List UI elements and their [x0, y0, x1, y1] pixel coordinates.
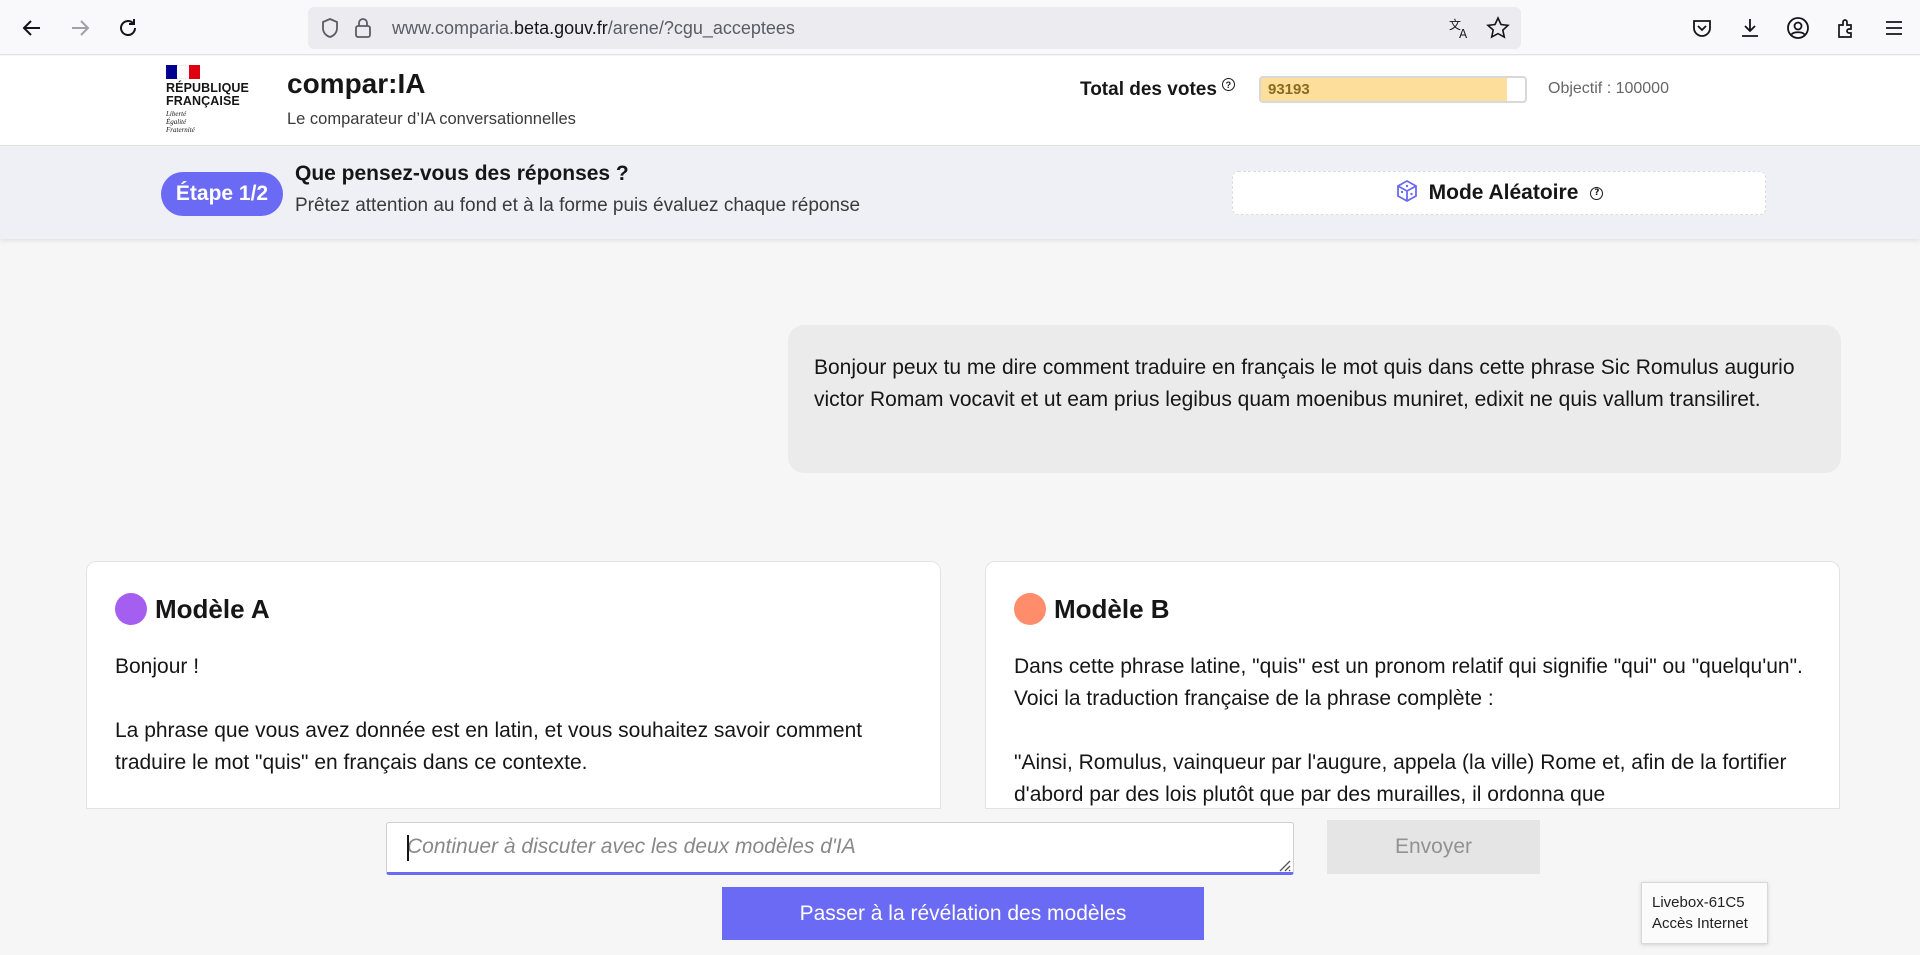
resize-grip-icon[interactable]: [1275, 854, 1291, 872]
bookmark-star-icon[interactable]: [1486, 16, 1510, 44]
step-title: Que pensez-vous des réponses ?: [295, 162, 629, 185]
extensions-icon[interactable]: [1831, 13, 1861, 43]
chat-input-placeholder: Continuer à discuter avec les deux modèl…: [407, 835, 856, 858]
rf-motto-liberte: Liberté: [166, 110, 187, 118]
model-a-dot-icon: [115, 593, 147, 625]
rf-motto-egalite: Égalité: [166, 118, 187, 126]
reveal-models-button[interactable]: Passer à la révélation des modèles: [722, 887, 1204, 940]
svg-text:A: A: [1459, 27, 1468, 40]
address-bar[interactable]: www.comparia.beta.gouv.fr/arene/?cgu_acc…: [308, 7, 1521, 49]
model-a-paragraph: Bonjour !: [115, 655, 200, 678]
text-caret: [407, 835, 409, 861]
random-mode-label: Mode Aléatoire: [1428, 181, 1579, 204]
chat-input[interactable]: Continuer à discuter avec les deux modèl…: [386, 822, 1294, 875]
pocket-icon[interactable]: [1687, 13, 1717, 43]
rf-title-line1: RÉPUBLIQUE: [166, 81, 249, 95]
model-a-paragraph: La phrase que vous avez donnée est en la…: [115, 719, 863, 774]
help-question-icon[interactable]: ?: [1590, 186, 1604, 200]
votes-count: 93193: [1268, 81, 1310, 98]
tooltip-network-name: Livebox-61C5: [1652, 894, 1745, 911]
back-arrow-icon[interactable]: [17, 13, 47, 43]
site-title[interactable]: compar:IA: [287, 68, 425, 100]
lock-icon[interactable]: [354, 17, 372, 43]
composer-bar: Continuer à discuter avec les deux modèl…: [0, 809, 1920, 955]
step-bar: Étape 1/2 Que pensez-vous des réponses ?…: [0, 147, 1920, 239]
votes-label: Total des votes?: [1080, 78, 1235, 101]
site-subtitle: Le comparateur d’IA conversationnelles: [287, 110, 576, 128]
browser-toolbar: www.comparia.beta.gouv.fr/arene/?cgu_acc…: [0, 0, 1920, 55]
model-b-dot-icon: [1014, 593, 1046, 625]
send-button[interactable]: Envoyer: [1327, 820, 1540, 874]
url-text[interactable]: www.comparia.beta.gouv.fr/arene/?cgu_acc…: [392, 18, 795, 39]
menu-hamburger-icon[interactable]: [1879, 13, 1909, 43]
dice-icon: [1395, 179, 1419, 207]
model-a-name: Modèle A: [155, 593, 270, 624]
network-tooltip: Livebox-61C5 Accès Internet: [1641, 882, 1768, 944]
help-question-icon[interactable]: ?: [1221, 78, 1235, 91]
model-b-name: Modèle B: [1054, 593, 1170, 624]
account-icon[interactable]: [1783, 13, 1813, 43]
user-message-bubble: Bonjour peux tu me dire comment traduire…: [788, 325, 1841, 473]
tracking-shield-icon[interactable]: [320, 17, 340, 43]
model-b-card: Modèle B Dans cette phrase latine, "quis…: [985, 561, 1840, 809]
model-a-card: Modèle A Bonjour ! La phrase que vous av…: [86, 561, 941, 809]
step-subtitle: Prêtez attention au fond et à la forme p…: [295, 195, 861, 216]
downloads-icon[interactable]: [1735, 13, 1765, 43]
model-b-paragraph: "Ainsi, Romulus, vainqueur par l'augure,…: [1014, 751, 1787, 806]
tooltip-network-status: Accès Internet: [1652, 915, 1748, 932]
votes-progress-bar: 93193: [1259, 76, 1527, 103]
votes-objective: Objectif : 100000: [1548, 80, 1669, 97]
rf-motto-fraternite: Fraternité: [166, 126, 195, 134]
translate-icon[interactable]: 文A: [1448, 16, 1472, 44]
random-mode-button[interactable]: Mode Aléatoire ?: [1232, 171, 1766, 215]
marianne-flag-icon: [166, 65, 200, 79]
rf-title-line2: FRANÇAISE: [166, 94, 240, 108]
forward-arrow-icon[interactable]: [65, 13, 95, 43]
reload-icon[interactable]: [113, 13, 143, 43]
step-badge: Étape 1/2: [161, 172, 283, 216]
republique-francaise-logo[interactable]: RÉPUBLIQUE FRANÇAISE Liberté Égalité Frater…: [166, 65, 266, 143]
model-b-paragraph: Dans cette phrase latine, "quis" est un …: [1014, 655, 1803, 710]
site-header: RÉPUBLIQUE FRANÇAISE Liberté Égalité Frater…: [0, 56, 1920, 146]
